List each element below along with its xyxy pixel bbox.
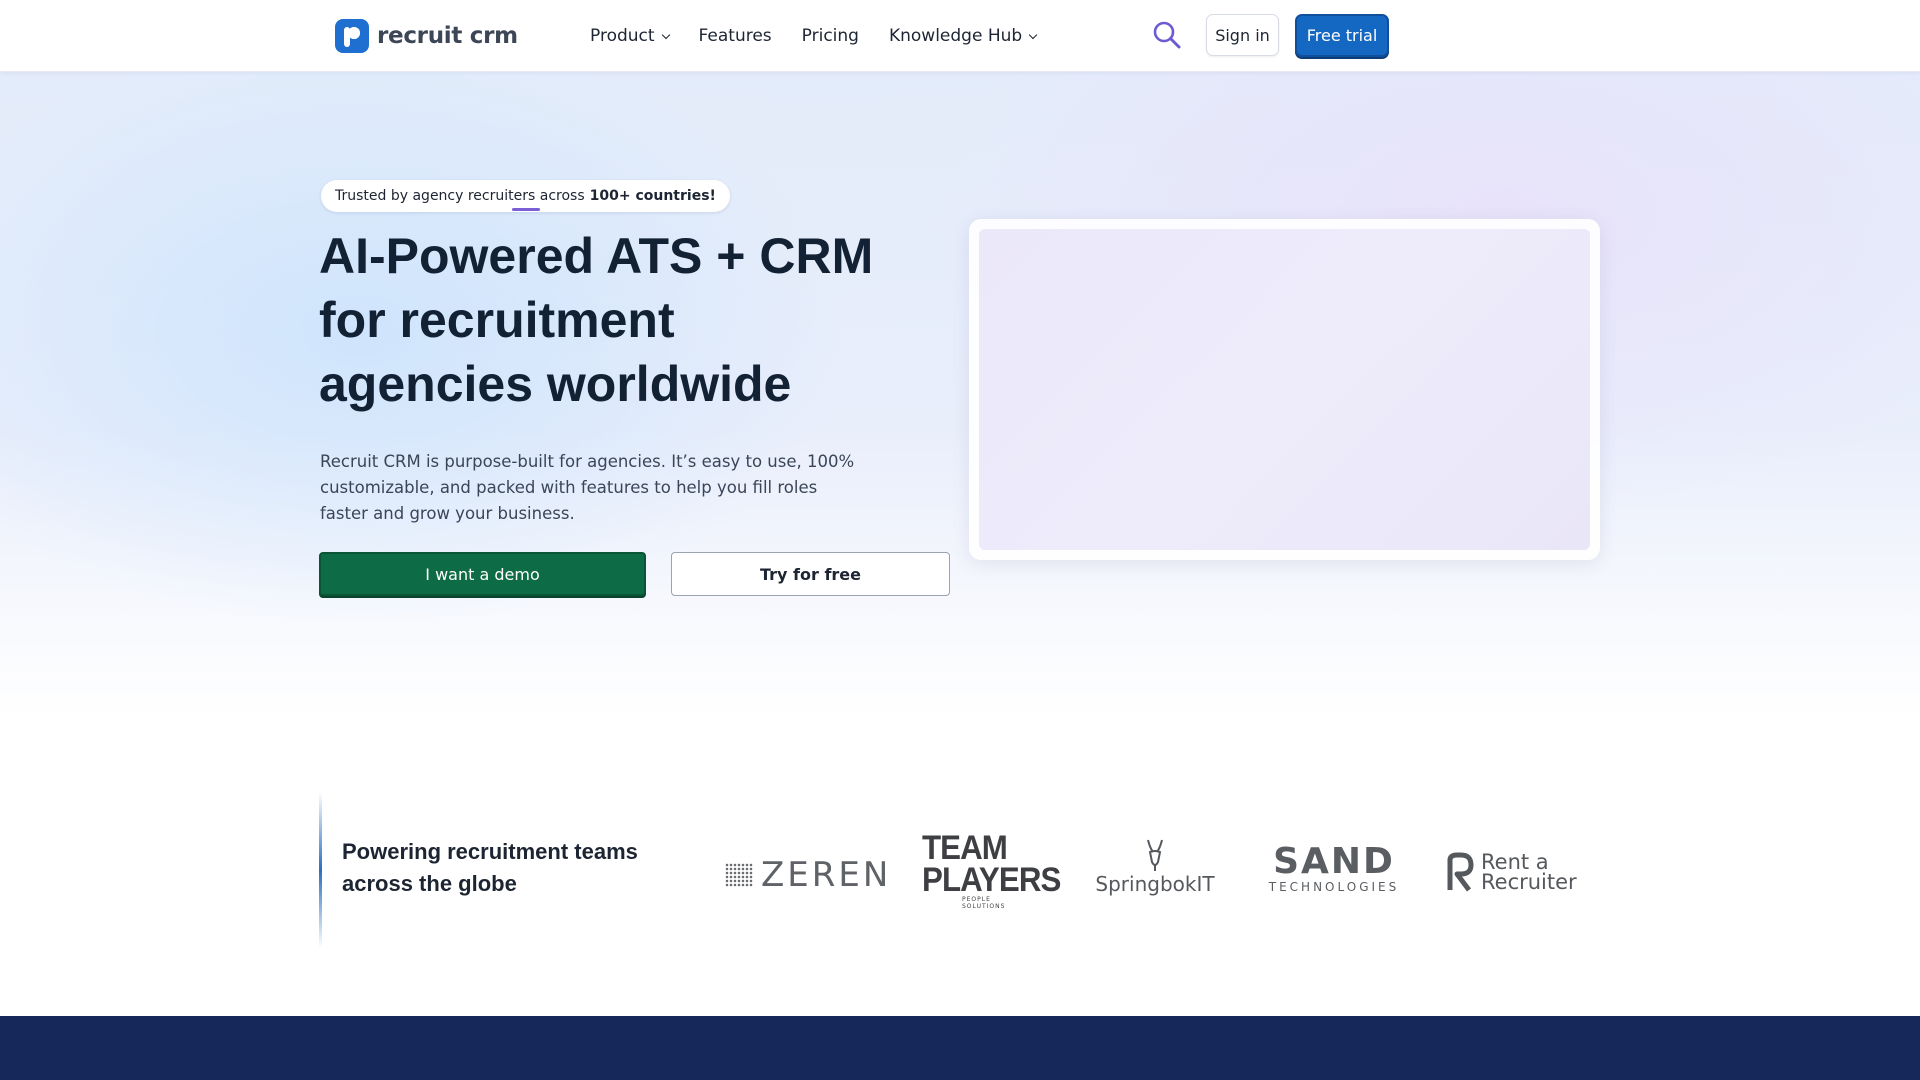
sand-logo-text: SAND [1273,841,1395,882]
nav-product-label: Product [590,26,655,46]
springbokit-logo-text: SpringbokIT [1095,872,1215,896]
springbok-icon [1147,839,1163,871]
site-header: recruit crm Product Features Pricing Kno… [0,0,1920,72]
sand-logo-sub: TECHNOLOGIES [1268,880,1400,894]
zeren-grid-icon [725,863,753,887]
chevron-down-icon [661,30,670,39]
try-for-free-button[interactable]: Try for free [671,552,950,596]
nav-features[interactable]: Features [699,26,772,46]
springbokit-logo: SpringbokIT [1092,838,1218,908]
search-button[interactable] [1152,20,1182,50]
demo-button[interactable]: I want a demo [319,552,646,596]
hero-subtitle: Recruit CRM is purpose-built for agencie… [320,452,855,523]
team-players-logo: TEAM PLAYERS PEOPLE SOLUTIONS [922,831,1061,910]
sign-in-button[interactable]: Sign in [1206,14,1279,56]
next-section [0,1016,1920,1080]
trust-badge-highlight: 100+ countries! [589,188,716,204]
logo-mark-icon [335,19,369,53]
client-logos-section: Powering recruitment teams across the gl… [0,720,1920,1016]
search-icon [1153,21,1181,49]
nav-features-label: Features [698,26,772,46]
recruit-crm-logo[interactable]: recruit crm [335,18,518,54]
trust-badge-text: Trusted by agency recruiters across [335,188,585,204]
hero-video-frame[interactable] [969,219,1600,560]
nav-pricing[interactable]: Pricing [802,26,859,46]
sand-technologies-logo: SAND TECHNOLOGIES [1269,841,1396,900]
zeren-logo: ZEREN [725,850,891,900]
nav-pricing-label: Pricing [801,26,859,46]
rent-a-recruiter-logo: Rent a Recruiter [1445,848,1579,896]
team-players-logo-text: TEAM PLAYERS [922,829,1061,899]
logos-heading: Powering recruitment teams across the gl… [342,839,638,896]
nav-knowledge-hub[interactable]: Knowledge Hub [888,26,1038,46]
rent-a-recruiter-r-icon [1447,852,1474,892]
hero-video-placeholder[interactable] [979,229,1590,550]
logos-accent-line [319,792,322,948]
chevron-down-icon [1028,30,1038,39]
nav-knowledge-hub-label: Knowledge Hub [888,26,1023,46]
hero-title: AI-Powered ATS + CRM for recruitment age… [319,228,874,412]
main-nav: Product Features Pricing Knowledge Hub [590,24,1038,48]
nav-product[interactable]: Product [590,26,670,46]
zeren-logo-text: ZEREN [761,855,892,895]
logo-text: recruit crm [377,23,518,49]
rent-a-recruiter-logo-text: Rent a Recruiter [1481,850,1577,894]
trust-underline [512,208,540,211]
hero-section: Trusted by agency recruiters across 100+… [0,72,1920,720]
free-trial-button[interactable]: Free trial [1295,14,1389,57]
